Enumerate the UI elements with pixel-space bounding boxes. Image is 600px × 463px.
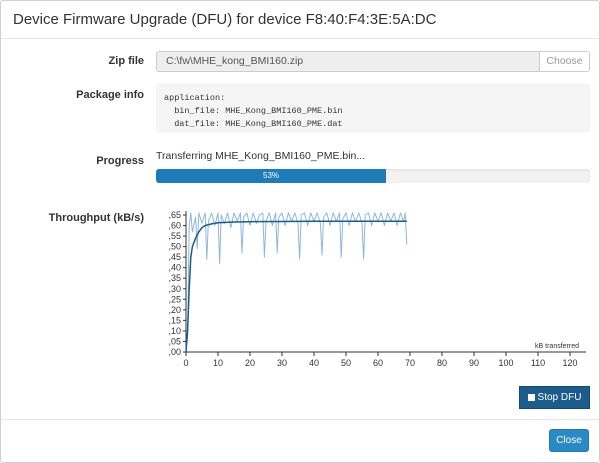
y-tick-label: ,60 xyxy=(168,221,181,231)
zip-file-input[interactable]: C:\fw\MHE_kong_BMI160.zip xyxy=(157,52,539,71)
y-tick-label: ,10 xyxy=(168,326,181,336)
throughput-chart: ,00,05,10,15,20,25,30,35,40,45,50,55,60,… xyxy=(168,210,586,368)
x-tick-label: 70 xyxy=(405,358,415,368)
stop-dfu-button[interactable]: Stop DFU xyxy=(519,386,590,409)
x-tick-label: 60 xyxy=(373,358,383,368)
x-tick-label: 80 xyxy=(437,358,447,368)
x-tick-label: 30 xyxy=(277,358,287,368)
y-tick-label: ,00 xyxy=(168,347,181,357)
progress-status-text: Transferring MHE_Kong_BMI160_PME.bin... xyxy=(156,150,366,162)
x-tick-label: 90 xyxy=(469,358,479,368)
throughput-label: Throughput (kB/s) xyxy=(48,212,144,224)
y-tick-label: ,65 xyxy=(168,210,181,220)
y-tick-label: ,20 xyxy=(168,305,181,315)
package-info-label: Package info xyxy=(76,89,144,101)
close-button[interactable]: Close xyxy=(549,429,589,452)
x-tick-label: 0 xyxy=(183,358,188,368)
y-tick-label: ,35 xyxy=(168,273,181,283)
dialog-title: Device Firmware Upgrade (DFU) for device… xyxy=(13,11,437,28)
y-tick-label: ,45 xyxy=(168,252,181,262)
dialog-header: Device Firmware Upgrade (DFU) for device… xyxy=(1,1,599,39)
x-tick-label: 50 xyxy=(341,358,351,368)
series-raw-throughput-line xyxy=(187,212,408,336)
x-tick-label: 100 xyxy=(498,358,513,368)
stop-dfu-label: Stop DFU xyxy=(537,392,582,403)
x-tick-label: 10 xyxy=(213,358,223,368)
y-tick-label: ,15 xyxy=(168,315,181,325)
progress-bar-fill: 53% xyxy=(156,169,387,183)
x-tick-label: 40 xyxy=(309,358,319,368)
x-axis-label: kB transferred xyxy=(535,343,579,350)
dfu-dialog: Device Firmware Upgrade (DFU) for device… xyxy=(0,0,600,463)
footer-divider xyxy=(1,419,599,420)
y-tick-label: ,50 xyxy=(168,242,181,252)
x-tick-label: 120 xyxy=(562,358,577,368)
y-tick-label: ,30 xyxy=(168,284,181,294)
x-tick-label: 110 xyxy=(531,358,545,368)
y-tick-label: ,25 xyxy=(168,294,181,304)
y-tick-label: ,55 xyxy=(168,231,181,241)
zip-file-group: C:\fw\MHE_kong_BMI160.zip Choose xyxy=(156,51,590,72)
x-tick-label: 20 xyxy=(245,358,255,368)
stop-icon xyxy=(527,394,535,401)
choose-button[interactable]: Choose xyxy=(539,52,589,71)
y-tick-label: ,40 xyxy=(168,263,181,273)
progress-label: Progress xyxy=(96,155,144,167)
zip-file-label: Zip file xyxy=(108,55,144,67)
progress-bar: 53% xyxy=(156,169,590,183)
package-info-box: application: bin_file: MHE_Kong_BMI160_P… xyxy=(156,83,590,133)
y-tick-label: ,05 xyxy=(168,336,181,346)
